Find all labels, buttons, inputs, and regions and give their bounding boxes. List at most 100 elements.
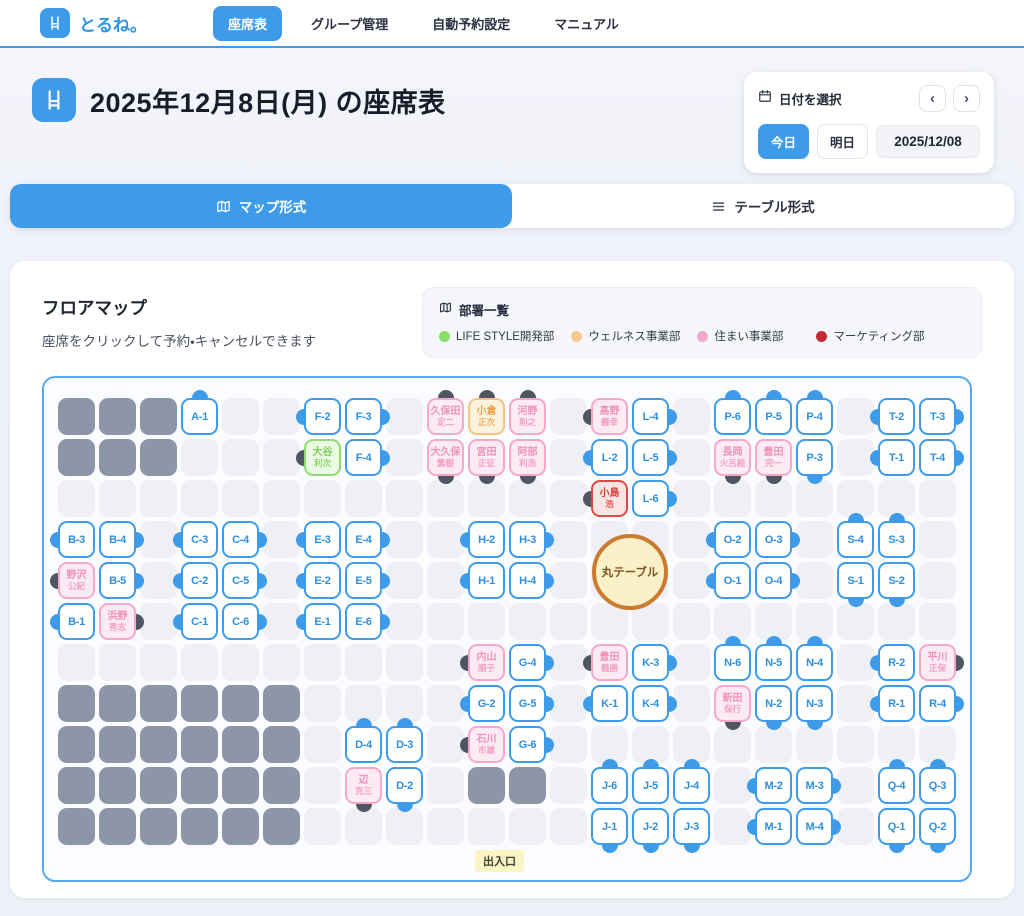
seat-occupied-wellness[interactable]: 小倉正次 [468,398,505,435]
seat-S-2[interactable]: S-2 [878,562,915,599]
seat-C-6[interactable]: C-6 [222,603,259,640]
seat-F-2[interactable]: F-2 [304,398,341,435]
seat-occupied-lifestyle[interactable]: 大谷利次 [304,439,341,476]
seat-N-5[interactable]: N-5 [755,644,792,681]
tomorrow-button[interactable]: 明日 [817,124,868,159]
seat-B-5[interactable]: B-5 [99,562,136,599]
seat-N-2[interactable]: N-2 [755,685,792,722]
seat-T-1[interactable]: T-1 [878,439,915,476]
seat-K-4[interactable]: K-4 [632,685,669,722]
seat-M-4[interactable]: M-4 [796,808,833,845]
seat-occupied-sumai[interactable]: 石川市雄 [468,726,505,763]
seat-occupied-sumai[interactable]: 久保田定二 [427,398,464,435]
seat-occupied-sumai[interactable]: 河野則之 [509,398,546,435]
seat-P-5[interactable]: P-5 [755,398,792,435]
nav-item-seatmap[interactable]: 座席表 [213,6,282,41]
tab-table-view[interactable]: テーブル形式 [512,184,1014,228]
seat-L-5[interactable]: L-5 [632,439,669,476]
seat-E-5[interactable]: E-5 [345,562,382,599]
seat-C-5[interactable]: C-5 [222,562,259,599]
seat-G-4[interactable]: G-4 [509,644,546,681]
seat-N-3[interactable]: N-3 [796,685,833,722]
seat-E-1[interactable]: E-1 [304,603,341,640]
seat-H-2[interactable]: H-2 [468,521,505,558]
seat-E-3[interactable]: E-3 [304,521,341,558]
seat-L-4[interactable]: L-4 [632,398,669,435]
seat-M-2[interactable]: M-2 [755,767,792,804]
seat-T-3[interactable]: T-3 [919,398,956,435]
seat-occupied-sumai[interactable]: 内山順子 [468,644,505,681]
seat-P-6[interactable]: P-6 [714,398,751,435]
seat-N-4[interactable]: N-4 [796,644,833,681]
seat-O-4[interactable]: O-4 [755,562,792,599]
seat-Q-4[interactable]: Q-4 [878,767,915,804]
seat-occupied-sumai[interactable]: 新田保行 [714,685,751,722]
seat-A-1[interactable]: A-1 [181,398,218,435]
seat-occupied-sumai[interactable]: 野沢公紀 [58,562,95,599]
next-day-button[interactable]: › [953,85,980,112]
seat-J-1[interactable]: J-1 [591,808,628,845]
seat-occupied-sumai[interactable]: 浜野秀志 [99,603,136,640]
nav-item-group-management[interactable]: グループ管理 [296,6,403,41]
seat-C-1[interactable]: C-1 [181,603,218,640]
seat-H-1[interactable]: H-1 [468,562,505,599]
seat-C-4[interactable]: C-4 [222,521,259,558]
seat-G-5[interactable]: G-5 [509,685,546,722]
seat-D-2[interactable]: D-2 [386,767,423,804]
seat-D-4[interactable]: D-4 [345,726,382,763]
seat-Q-1[interactable]: Q-1 [878,808,915,845]
seat-H-3[interactable]: H-3 [509,521,546,558]
seat-S-1[interactable]: S-1 [837,562,874,599]
seat-D-3[interactable]: D-3 [386,726,423,763]
seat-S-3[interactable]: S-3 [878,521,915,558]
seat-O-3[interactable]: O-3 [755,521,792,558]
seat-E-4[interactable]: E-4 [345,521,382,558]
tab-map-view[interactable]: マップ形式 [10,184,512,228]
prev-day-button[interactable]: ‹ [919,85,946,112]
seat-L-2[interactable]: L-2 [591,439,628,476]
seat-P-3[interactable]: P-3 [796,439,833,476]
seat-F-4[interactable]: F-4 [345,439,382,476]
seat-C-2[interactable]: C-2 [181,562,218,599]
seat-G-6[interactable]: G-6 [509,726,546,763]
seat-M-1[interactable]: M-1 [755,808,792,845]
seat-F-3[interactable]: F-3 [345,398,382,435]
seat-J-3[interactable]: J-3 [673,808,710,845]
seat-occupied-sumai[interactable]: 長岡火呂絵 [714,439,751,476]
seat-R-2[interactable]: R-2 [878,644,915,681]
seat-T-2[interactable]: T-2 [878,398,915,435]
seat-B-3[interactable]: B-3 [58,521,95,558]
seat-K-3[interactable]: K-3 [632,644,669,681]
seat-occupied-sumai[interactable]: 大久保繁樹 [427,439,464,476]
seat-J-6[interactable]: J-6 [591,767,628,804]
seat-B-1[interactable]: B-1 [58,603,95,640]
seat-G-2[interactable]: G-2 [468,685,505,722]
seat-S-4[interactable]: S-4 [837,521,874,558]
seat-M-3[interactable]: M-3 [796,767,833,804]
seat-occupied-sumai[interactable]: 豊田義勝 [591,644,628,681]
round-table[interactable]: 丸テーブル [592,534,668,610]
date-field[interactable]: 2025/12/08 [876,125,980,158]
seat-O-2[interactable]: O-2 [714,521,751,558]
seat-R-1[interactable]: R-1 [878,685,915,722]
seat-L-6[interactable]: L-6 [632,480,669,517]
nav-item-auto-reservation[interactable]: 自動予約設定 [417,6,525,41]
seat-occupied-sumai[interactable]: 宮田正征 [468,439,505,476]
seat-O-1[interactable]: O-1 [714,562,751,599]
seat-E-6[interactable]: E-6 [345,603,382,640]
seat-P-4[interactable]: P-4 [796,398,833,435]
seat-J-4[interactable]: J-4 [673,767,710,804]
seat-occupied-sumai[interactable]: 阿部利浩 [509,439,546,476]
seat-R-4[interactable]: R-4 [919,685,956,722]
seat-occupied-sumai[interactable]: 高野義幸 [591,398,628,435]
seat-H-4[interactable]: H-4 [509,562,546,599]
seat-B-4[interactable]: B-4 [99,521,136,558]
today-button[interactable]: 今日 [758,124,809,159]
seat-J-5[interactable]: J-5 [632,767,669,804]
seat-occupied-sumai[interactable]: 豊田完一 [755,439,792,476]
seat-Q-3[interactable]: Q-3 [919,767,956,804]
seat-C-3[interactable]: C-3 [181,521,218,558]
app-logo[interactable]: とるね。 [40,8,147,38]
seat-Q-2[interactable]: Q-2 [919,808,956,845]
seat-occupied-marketing[interactable]: 小島浩 [591,480,628,517]
